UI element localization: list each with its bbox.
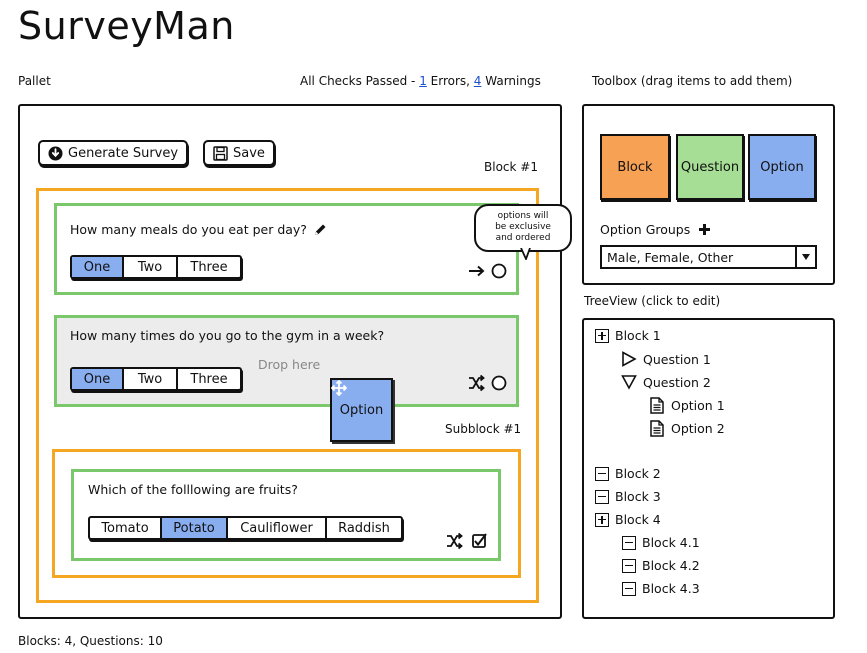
question-3-text: Which of the folllowing are fruits?	[88, 482, 298, 497]
tree-item-label: Block 4.2	[642, 558, 700, 573]
toolbox-label: Toolbox (drag items to add them)	[592, 74, 793, 88]
warnings-label: Warnings	[481, 74, 541, 88]
tree-item-question-1[interactable]: Question 1	[621, 351, 711, 367]
triangle-right-icon	[621, 351, 637, 367]
plus-icon[interactable]	[698, 223, 711, 236]
tree-item-label: Block 1	[615, 328, 661, 343]
option-groups-select[interactable]: Male, Female, Other	[600, 245, 817, 269]
plus-box-icon[interactable]	[595, 328, 609, 343]
tooltip-line: and ordered	[495, 233, 551, 243]
option-button[interactable]: Potato	[162, 518, 228, 538]
tree-item-block-4-2[interactable]: Block 4.2	[622, 558, 700, 573]
document-icon	[649, 420, 665, 437]
radio-circle-icon	[491, 263, 507, 279]
tree-item-label: Block 2	[615, 466, 661, 481]
tree-item-label: Option 2	[671, 421, 725, 436]
question-3-indicators	[446, 532, 492, 553]
save-button[interactable]: Save	[203, 140, 275, 166]
generate-survey-label: Generate Survey	[68, 145, 179, 161]
minus-box-icon[interactable]	[622, 581, 636, 596]
question-1-text: How many meals do you eat per day?	[70, 222, 327, 237]
tree-item-block-4-3[interactable]: Block 4.3	[622, 581, 700, 596]
shuffle-icon	[469, 374, 485, 392]
option-button[interactable]: Three	[178, 257, 240, 277]
tooltip-tail	[520, 247, 534, 263]
tree-item-label: Question 1	[643, 351, 711, 367]
tree-item-block-2[interactable]: Block 2	[595, 466, 661, 481]
option-button[interactable]: One	[72, 257, 124, 277]
minus-box-icon[interactable]	[622, 558, 636, 573]
tree-item-option-2[interactable]: Option 2	[649, 420, 725, 437]
question-2-indicators	[468, 374, 512, 395]
option-button[interactable]: Tomato	[90, 518, 162, 538]
option-groups-label: Option Groups	[600, 222, 691, 237]
tooltip-line: options will	[497, 211, 549, 221]
tree-item-question-2[interactable]: Question 2	[621, 374, 711, 390]
tree-item-label: Question 2	[643, 374, 711, 390]
errors-label: Errors,	[426, 74, 474, 88]
minus-box-icon[interactable]	[595, 466, 609, 481]
plus-box-icon[interactable]	[595, 512, 609, 527]
tree-item-option-1[interactable]: Option 1	[649, 397, 725, 414]
footer-status: Blocks: 4, Questions: 10	[18, 634, 163, 648]
question-2-text: How many times do you go to the gym in a…	[70, 328, 385, 343]
validation-status: All Checks Passed - 1 Errors, 4 Warnings	[300, 74, 541, 88]
shuffle-icon	[447, 532, 463, 550]
chevron-down-icon[interactable]	[795, 247, 815, 267]
arrow-right-icon	[469, 265, 485, 277]
tooltip-bubble: options will be exclusive and ordered	[474, 204, 572, 252]
option-group-2: One Two Three	[70, 367, 242, 391]
option-button[interactable]: Raddish	[327, 518, 401, 538]
checkbox-icon	[472, 533, 487, 548]
move-icon	[330, 379, 348, 399]
treeview-label: TreeView (click to edit)	[584, 294, 721, 308]
toolbox-option[interactable]: Option	[748, 134, 816, 200]
tree-item-block-3[interactable]: Block 3	[595, 489, 661, 504]
app-title: SurveyMan	[18, 4, 235, 48]
option-button[interactable]: Two	[124, 257, 178, 277]
tree-item-block-4-1[interactable]: Block 4.1	[622, 535, 700, 550]
tree-item-label: Block 4	[615, 512, 661, 527]
tooltip-line: be exclusive	[495, 222, 551, 232]
pallet-label: Pallet	[18, 74, 51, 88]
option-button[interactable]: Cauliflower	[228, 518, 327, 538]
toolbox-question[interactable]: Question	[676, 134, 744, 200]
tree-item-block-4[interactable]: Block 4	[595, 512, 661, 527]
download-circle-icon	[48, 146, 63, 161]
tree-item-label: Block 3	[615, 489, 661, 504]
tree-item-label: Block 4.3	[642, 581, 700, 596]
save-label: Save	[233, 145, 265, 161]
subblock-label: Subblock #1	[445, 422, 522, 436]
toolbox-block[interactable]: Block	[600, 134, 670, 200]
question-1-label: How many meals do you eat per day?	[70, 222, 307, 237]
option-groups-value: Male, Female, Other	[607, 249, 734, 265]
option-button[interactable]: Two	[124, 369, 178, 389]
option-button[interactable]: One	[72, 369, 124, 389]
generate-survey-button[interactable]: Generate Survey	[38, 140, 189, 166]
option-group-3: Tomato Potato Cauliflower Raddish	[88, 516, 403, 540]
tree-item-block-1[interactable]: Block 1	[595, 328, 661, 343]
document-icon	[649, 397, 665, 414]
errors-link[interactable]: 1	[419, 74, 427, 88]
option-groups-row: Option Groups	[600, 222, 711, 237]
floppy-disk-icon	[213, 145, 228, 161]
block-label: Block #1	[484, 160, 538, 174]
checks-prefix: All Checks Passed -	[300, 74, 420, 88]
option-button[interactable]: Three	[178, 369, 240, 389]
question-1-indicators	[468, 262, 512, 283]
radio-circle-icon	[491, 375, 507, 391]
tree-item-label: Block 4.1	[642, 535, 700, 550]
triangle-down-icon	[621, 374, 637, 390]
drop-zone-hint: Drop here	[258, 357, 321, 372]
pencil-icon[interactable]	[313, 223, 327, 237]
minus-box-icon[interactable]	[622, 535, 636, 550]
tree-item-label: Option 1	[671, 398, 725, 413]
minus-box-icon[interactable]	[595, 489, 609, 504]
option-group-1: One Two Three	[70, 255, 242, 279]
question-card-1[interactable]	[54, 203, 519, 295]
